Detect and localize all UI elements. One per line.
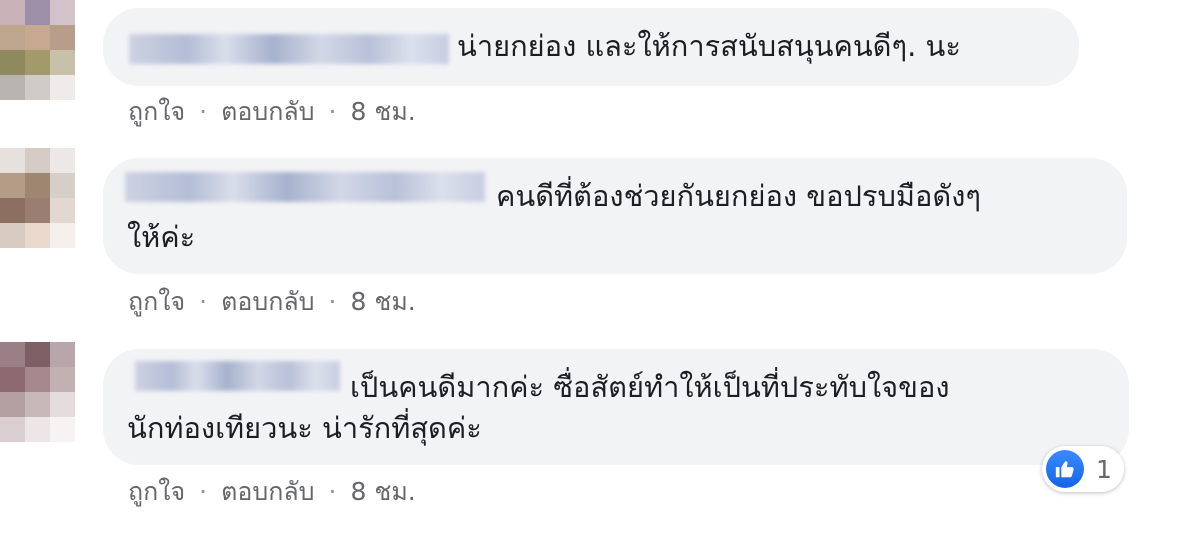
reaction-summary[interactable]: 1 xyxy=(1042,446,1124,492)
comment-actions: ถูกใจ · ตอบกลับ · 8 ชม. xyxy=(128,282,416,322)
commenter-name-blurred[interactable] xyxy=(135,361,340,391)
reply-link[interactable]: ตอบกลับ xyxy=(221,287,314,316)
commenter-name-blurred[interactable] xyxy=(125,172,485,202)
separator: · xyxy=(199,477,208,506)
separator: · xyxy=(328,97,337,126)
reply-link[interactable]: ตอบกลับ xyxy=(221,97,314,126)
timestamp[interactable]: 8 ชม. xyxy=(351,97,416,126)
avatar[interactable] xyxy=(0,342,76,442)
separator: · xyxy=(199,287,208,316)
separator: · xyxy=(328,477,337,506)
like-link[interactable]: ถูกใจ xyxy=(128,287,185,316)
comment-text-line-1: คนดีที่ต้องช่วยกันยกย่อง ขอปรบมือดังๆ xyxy=(496,179,981,213)
comment-actions: ถูกใจ · ตอบกลับ · 8 ชม. xyxy=(128,92,416,132)
reply-link[interactable]: ตอบกลับ xyxy=(221,477,314,506)
comment-text-line-2: นักท่องเทียวนะ น่ารักที่สุดค่ะ xyxy=(127,411,482,445)
comment-bubble: คนดีที่ต้องช่วยกันยกย่อง ขอปรบมือดังๆ ให… xyxy=(103,158,1127,274)
comment-actions: ถูกใจ · ตอบกลับ · 8 ชม. xyxy=(128,472,416,512)
comment-bubble: เป็นคนดีมากค่ะ ซื่อสัตย์ทำให้เป็นที่ประท… xyxy=(103,349,1129,465)
commenter-name-blurred[interactable] xyxy=(129,34,449,64)
avatar[interactable] xyxy=(0,148,76,248)
timestamp[interactable]: 8 ชม. xyxy=(351,477,416,506)
reaction-count: 1 xyxy=(1096,454,1112,484)
comment-bubble: น่ายกย่อง และให้การสนับสนุนคนดีๆ. นะ xyxy=(103,8,1079,86)
comment-text: น่ายกย่อง และให้การสนับสนุนคนดีๆ. นะ xyxy=(457,29,961,63)
like-link[interactable]: ถูกใจ xyxy=(128,97,185,126)
like-link[interactable]: ถูกใจ xyxy=(128,477,185,506)
timestamp[interactable]: 8 ชม. xyxy=(351,287,416,316)
separator: · xyxy=(328,287,337,316)
comment-text-line-1: เป็นคนดีมากค่ะ ซื่อสัตย์ทำให้เป็นที่ประท… xyxy=(350,370,950,404)
comment-text-line-2: ให้ค่ะ xyxy=(127,220,196,254)
thumbs-up-icon xyxy=(1046,450,1084,488)
separator: · xyxy=(199,97,208,126)
avatar[interactable] xyxy=(0,0,76,100)
